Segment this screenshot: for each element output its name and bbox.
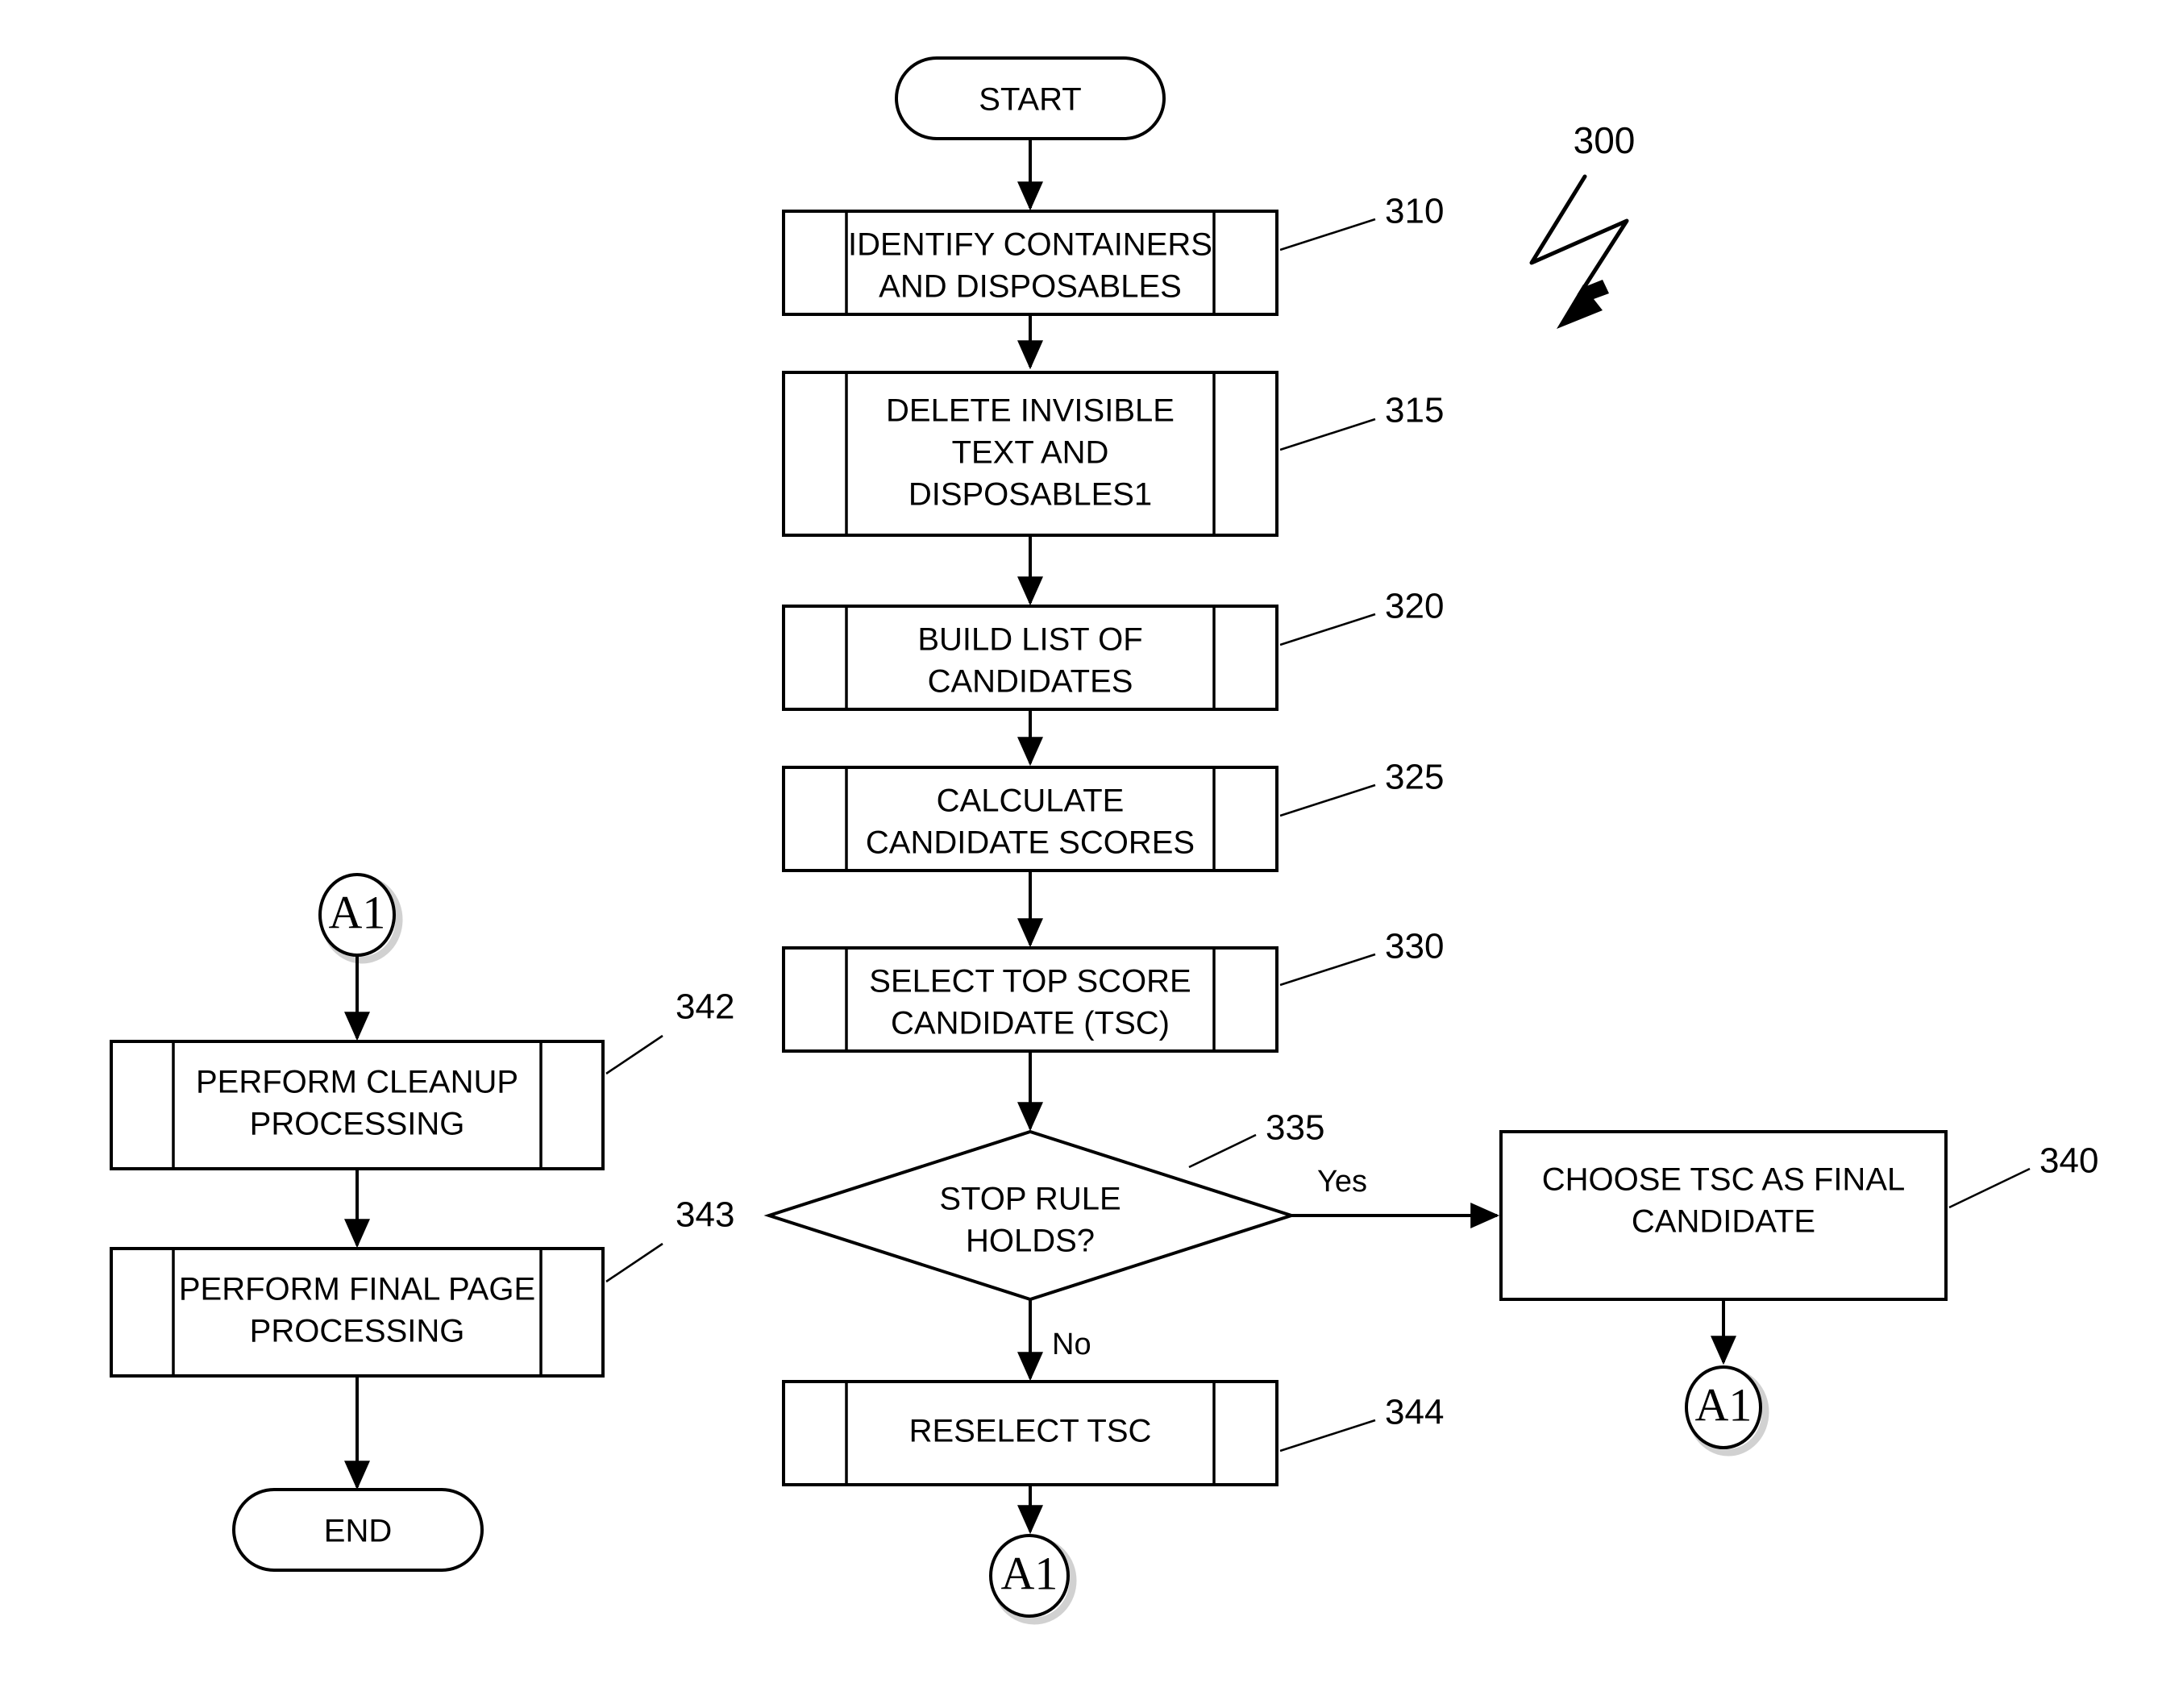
ref-label-330: 330 (1385, 927, 1444, 966)
ref-label-320: 320 (1385, 587, 1444, 626)
node-310: IDENTIFY CONTAINERS AND DISPOSABLES (782, 210, 1278, 316)
connector-a1-bottom: A1 (989, 1534, 1077, 1625)
connector-a1-left-label: A1 (329, 886, 386, 938)
node-end: END (232, 1488, 484, 1572)
figure-pointer-bolt-icon (1529, 174, 1629, 329)
flowchart-page: START IDENTIFY CONTAINERS AND DISPOSABLE… (0, 0, 2162, 1708)
node-340-line1: CHOOSE TSC AS FINAL (1542, 1162, 1906, 1198)
edge-label-no: No (1052, 1328, 1091, 1361)
node-310-line1: IDENTIFY CONTAINERS (848, 227, 1212, 263)
connector-a1-right-label: A1 (1695, 1378, 1752, 1431)
ref-label-342: 342 (676, 987, 734, 1027)
node-315-line1: DELETE INVISIBLE (886, 393, 1175, 429)
node-344: RESELECT TSC (782, 1380, 1278, 1486)
leader-340 (1948, 1167, 2031, 1209)
ref-label-335: 335 (1266, 1108, 1324, 1148)
leader-343 (605, 1242, 663, 1283)
edge-label-yes: Yes (1317, 1165, 1367, 1199)
node-310-line2: AND DISPOSABLES (879, 269, 1182, 305)
node-340: CHOOSE TSC AS FINAL CANDIDATE (1499, 1130, 1948, 1301)
node-344-line1: RESELECT TSC (909, 1414, 1152, 1449)
ref-label-343: 343 (676, 1195, 734, 1235)
node-342-line2: PROCESSING (250, 1107, 465, 1142)
ref-label-315: 315 (1385, 391, 1444, 430)
node-315: DELETE INVISIBLE TEXT AND DISPOSABLES1 (782, 371, 1278, 537)
flowchart-canvas: START IDENTIFY CONTAINERS AND DISPOSABLE… (110, 56, 2098, 1625)
node-335-line1: STOP RULE (939, 1182, 1120, 1217)
leader-325 (1279, 783, 1376, 817)
node-330-line1: SELECT TOP SCORE (869, 964, 1191, 999)
node-315-line2: TEXT AND (952, 435, 1109, 471)
node-343: PERFORM FINAL PAGE PROCESSING (110, 1247, 605, 1378)
connector-a1-left: A1 (318, 873, 403, 964)
leader-344 (1279, 1419, 1376, 1452)
node-343-line1: PERFORM FINAL PAGE (179, 1272, 535, 1307)
connector-a1-bottom-label: A1 (1001, 1547, 1058, 1599)
node-325-line1: CALCULATE (937, 783, 1125, 819)
node-start: START (895, 56, 1166, 140)
leader-320 (1279, 613, 1376, 646)
node-320-line2: CANDIDATES (928, 664, 1133, 700)
figure-number-300: 300 (1574, 119, 1636, 161)
node-342-line1: PERFORM CLEANUP (196, 1065, 518, 1100)
ref-label-340: 340 (2039, 1141, 2098, 1181)
node-320: BUILD LIST OF CANDIDATES (782, 605, 1278, 711)
node-330-line2: CANDIDATE (TSC) (891, 1006, 1170, 1041)
ref-label-325: 325 (1385, 758, 1444, 797)
node-315-line3: DISPOSABLES1 (908, 477, 1152, 513)
node-end-label: END (324, 1514, 392, 1549)
node-342: PERFORM CLEANUP PROCESSING (110, 1040, 605, 1170)
leader-342 (605, 1034, 663, 1075)
ref-label-310: 310 (1385, 192, 1444, 231)
node-start-label: START (979, 82, 1081, 118)
node-335: STOP RULE HOLDS? (763, 1129, 1297, 1302)
node-320-line1: BUILD LIST OF (917, 622, 1142, 658)
node-343-line2: PROCESSING (250, 1314, 465, 1349)
ref-label-344: 344 (1385, 1393, 1444, 1432)
leader-330 (1279, 953, 1376, 987)
node-330: SELECT TOP SCORE CANDIDATE (TSC) (782, 946, 1278, 1053)
leader-315 (1279, 418, 1376, 451)
leader-335 (1188, 1133, 1257, 1169)
node-325-line2: CANDIDATE SCORES (866, 825, 1195, 861)
node-325: CALCULATE CANDIDATE SCORES (782, 766, 1278, 872)
connector-a1-right: A1 (1685, 1365, 1769, 1457)
leader-310 (1279, 218, 1376, 251)
node-335-line2: HOLDS? (966, 1224, 1095, 1259)
node-340-line2: CANDIDATE (1632, 1204, 1815, 1240)
